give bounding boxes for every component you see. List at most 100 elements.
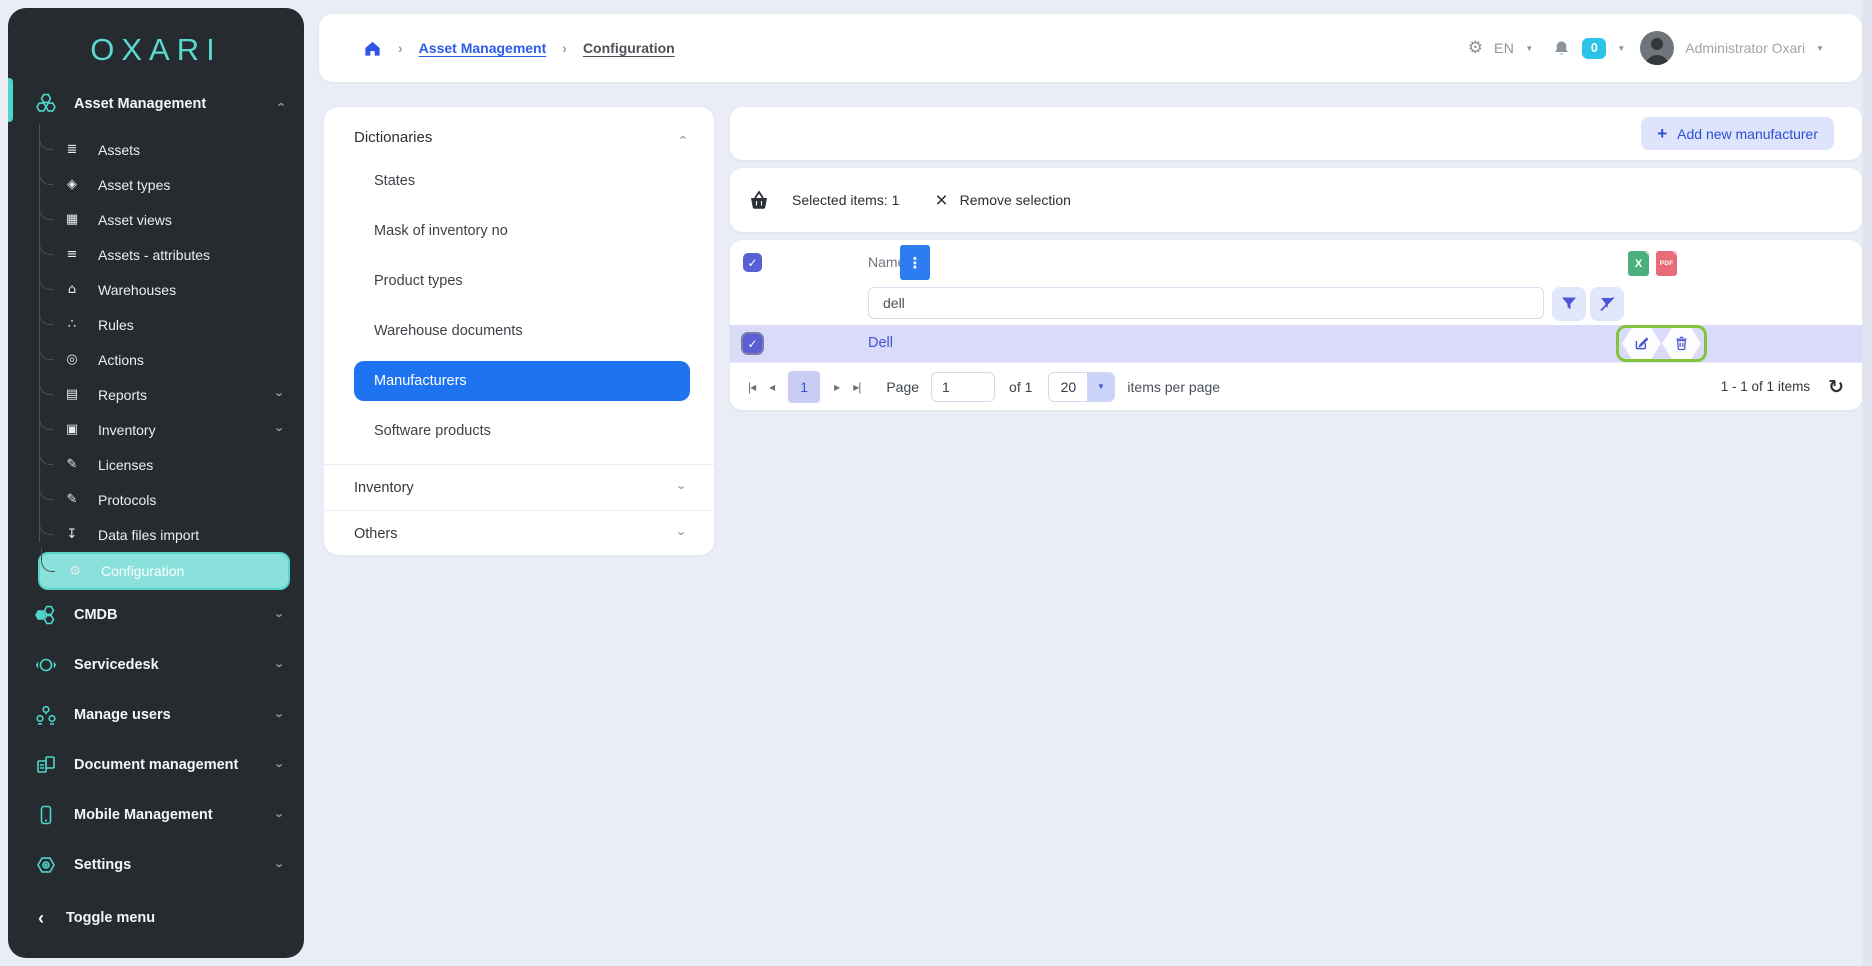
name-filter-input[interactable] [868,287,1544,319]
caret-down-icon[interactable]: ▼ [1816,44,1824,53]
selection-bar: Selected items: 1 × Remove selection [730,168,1862,232]
sidebar-item-data-files-import[interactable]: ↧ Data files import [8,517,304,552]
group-others[interactable]: Others › [324,510,714,556]
next-page-button[interactable]: ▸ [834,380,839,394]
items-per-page-label: items per page [1127,379,1220,395]
breadcrumb: › Asset Management › Configuration [363,39,675,58]
notification-badge[interactable]: 0 [1582,38,1606,59]
oxari-logo: OXARI [8,32,304,68]
apply-filter-button[interactable] [1552,287,1586,321]
chevron-up-icon: › [272,102,287,106]
pagination-nav: |◂ ◂ 1 ▸ ▸| [748,371,860,403]
bell-icon[interactable] [1552,39,1571,58]
page-number-input[interactable] [931,372,995,402]
basket-icon [748,189,770,211]
asset-management-submenu: ≣ Assets ◈ Asset types ▦ Asset views ≡ A… [8,132,304,590]
list-icon: ≡ [63,247,81,262]
close-icon[interactable]: × [935,190,947,211]
table-row-dell[interactable]: ✓ Dell [730,325,1862,362]
sidebar-section-document-management[interactable]: Document management › [8,740,304,790]
table-header-row: ✓ Name ⋮ X PDF [730,240,1862,285]
group-inventory[interactable]: Inventory › [324,464,714,510]
dict-item-manufacturers[interactable]: Manufacturers [354,361,690,401]
page-count-label: of 1 [1009,379,1032,395]
add-new-manufacturer-button[interactable]: + Add new manufacturer [1641,117,1834,150]
documents-icon [34,753,58,777]
select-all-checkbox[interactable]: ✓ [743,253,762,272]
users-icon [34,703,58,727]
dict-item-warehouse-documents[interactable]: Warehouse documents [324,306,714,356]
share-nodes-icon: ∴ [63,317,81,332]
page-scrollbar[interactable] [1862,0,1872,966]
edit-button[interactable] [1622,328,1661,359]
home-icon[interactable] [363,39,382,58]
warehouse-icon: ⌂ [63,282,81,297]
chevron-down-icon: › [272,663,287,667]
page-size-value: 20 [1049,373,1087,401]
collapse-icon: ‹ [38,908,44,929]
clear-filter-button[interactable] [1590,287,1624,321]
dict-item-software-products[interactable]: Software products [324,406,714,456]
export-excel-icon[interactable]: X [1628,251,1649,276]
dict-item-product-types[interactable]: Product types [324,256,714,306]
panel-title: Dictionaries [354,129,432,146]
check-icon: ✓ [747,337,757,351]
gear-icon[interactable]: ⚙ [1468,38,1483,58]
report-icon: ▤ [63,387,81,402]
sidebar-section-settings[interactable]: Settings › [8,840,304,890]
breadcrumb-asset-management[interactable]: Asset Management [419,40,547,56]
export-pdf-icon[interactable]: PDF [1656,251,1677,276]
chevron-down-icon: › [272,763,287,767]
toggle-menu-button[interactable]: ‹ Toggle menu [8,898,304,938]
first-page-button[interactable]: |◂ [748,380,755,394]
check-icon: ✓ [747,256,757,270]
column-menu-button[interactable]: ⋮ [900,245,930,280]
target-icon: ◎ [63,352,81,367]
chevron-down-icon: › [674,531,689,535]
dictionaries-header[interactable]: Dictionaries › [324,107,714,156]
active-section-accent [8,78,13,122]
breadcrumb-configuration[interactable]: Configuration [583,40,675,56]
row-checkbox[interactable]: ✓ [743,334,762,353]
page-size-select[interactable]: 20 ▼ [1048,372,1115,402]
hexagon-cluster-icon [34,92,58,116]
last-page-button[interactable]: ▸| [853,380,860,394]
previous-page-button[interactable]: ◂ [769,380,774,394]
current-page-button[interactable]: 1 [788,371,820,403]
page-label: Page [886,379,919,395]
import-icon: ↧ [63,527,81,542]
funnel-slash-icon [1598,295,1616,313]
dictionaries-list: States Mask of inventory no Product type… [324,156,714,456]
delete-button[interactable] [1662,328,1701,359]
cmdb-hexagons-icon [34,603,58,627]
settings-gear-icon [34,853,58,877]
chevron-down-icon: › [272,427,287,431]
table-filter-row [730,285,1862,325]
topbar-controls: ⚙ EN ▼ 0 ▼ Administrator Oxari ▼ [1468,31,1824,65]
sidebar: OXARI Asset Management › ≣ Assets ◈ Asse… [8,8,304,958]
avatar[interactable] [1640,31,1674,65]
sidebar-section-manage-users[interactable]: Manage users › [8,690,304,740]
language-selector[interactable]: EN [1494,40,1514,56]
sidebar-section-servicedesk[interactable]: Servicedesk › [8,640,304,690]
dict-item-states[interactable]: States [324,156,714,206]
edit-pencil-icon [1633,335,1650,352]
chevron-down-icon: › [272,713,287,717]
plus-icon: + [1657,125,1667,142]
refresh-icon[interactable]: ↻ [1828,376,1844,398]
sidebar-section-cmdb[interactable]: CMDB › [8,590,304,640]
user-menu[interactable]: Administrator Oxari [1685,40,1805,56]
breadcrumb-separator: › [562,40,567,56]
sidebar-section-mobile-management[interactable]: Mobile Management › [8,790,304,840]
row-actions-highlight [1616,325,1707,362]
dict-item-mask-of-inventory-no[interactable]: Mask of inventory no [324,206,714,256]
caret-down-icon: ▼ [1087,373,1114,401]
sitemap-icon: ◈ [63,177,81,192]
box-icon: ▣ [63,422,81,437]
trash-icon [1673,335,1690,352]
sidebar-section-asset-management[interactable]: Asset Management › [8,82,304,126]
caret-down-icon[interactable]: ▼ [1617,44,1625,53]
caret-down-icon[interactable]: ▼ [1525,44,1533,53]
sidebar-item-configuration[interactable]: ⚙ Configuration [38,552,290,590]
remove-selection-button[interactable]: Remove selection [960,192,1071,208]
